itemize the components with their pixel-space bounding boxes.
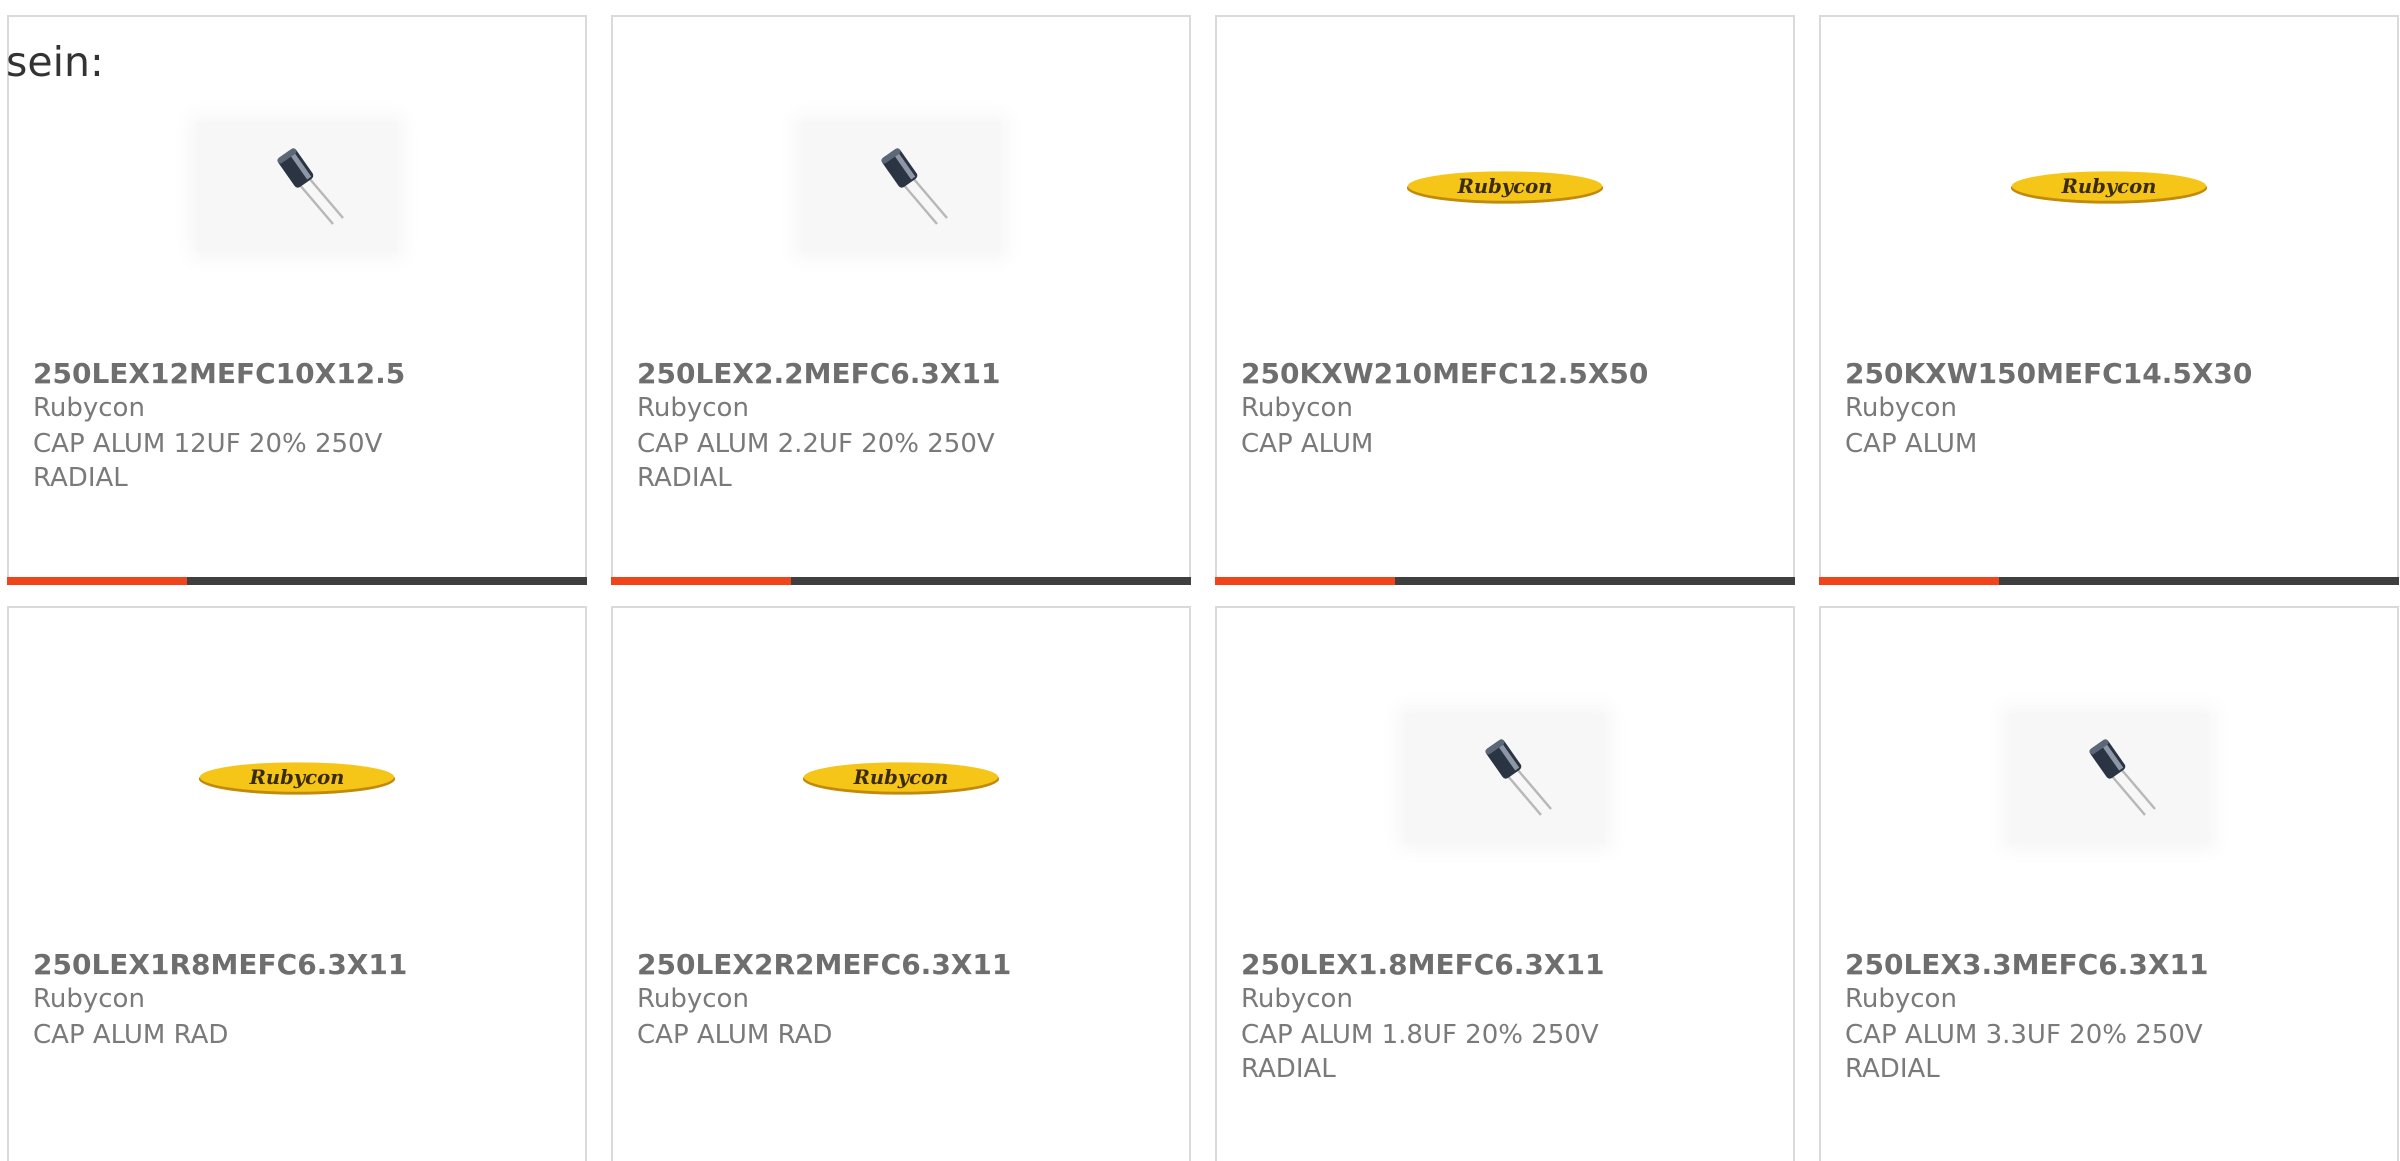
card-bottom-accent: [1215, 577, 1395, 585]
rubycon-logo-icon: Rubycon: [1406, 171, 1604, 204]
product-image[interactable]: [2009, 713, 2209, 843]
product-image[interactable]: Rubycon: [1405, 122, 1605, 252]
product-card[interactable]: 250LEX1.8MEFC6.3X11 Rubycon CAP ALUM 1.8…: [1215, 606, 1795, 1161]
product-card[interactable]: 250LEX3.3MEFC6.3X11 Rubycon CAP ALUM 3.3…: [1819, 606, 2399, 1161]
product-card[interactable]: 250LEX12MEFC10X12.5 Rubycon CAP ALUM 12U…: [7, 15, 587, 585]
rubycon-logo-icon: Rubycon: [802, 762, 1000, 795]
card-bottom-accent: [611, 577, 791, 585]
capacitor-image-icon: [1485, 739, 1552, 816]
manufacturer: Rubycon: [1241, 984, 1353, 1014]
product-description: CAP ALUM 1.8UF 20% 250V RADIAL: [1241, 1020, 1599, 1084]
product-description: CAP ALUM: [1845, 429, 1978, 459]
part-number[interactable]: 250LEX3.3MEFC6.3X11: [1845, 948, 2208, 981]
product-card[interactable]: Rubycon 250KXW210MEFC12.5X50 Rubycon CAP…: [1215, 15, 1795, 585]
manufacturer: Rubycon: [1845, 984, 1957, 1014]
part-number[interactable]: 250KXW150MEFC14.5X30: [1845, 357, 2252, 390]
logo-text: Rubycon: [2061, 175, 2157, 198]
part-number[interactable]: 250LEX12MEFC10X12.5: [33, 357, 405, 390]
card-bottom-bar: [1819, 577, 2399, 585]
product-grid-page: sein: 250LEX12MEFC10X12.5 Rubycon CAP AL…: [0, 0, 2400, 1161]
manufacturer: Rubycon: [33, 393, 145, 423]
rubycon-logo-icon: Rubycon: [2010, 171, 2208, 204]
product-card[interactable]: 250LEX2.2MEFC6.3X11 Rubycon CAP ALUM 2.2…: [611, 15, 1191, 585]
logo-text: Rubycon: [1457, 175, 1553, 198]
manufacturer: Rubycon: [1241, 393, 1353, 423]
product-image[interactable]: Rubycon: [2009, 122, 2209, 252]
part-number[interactable]: 250LEX2.2MEFC6.3X11: [637, 357, 1000, 390]
product-image[interactable]: Rubycon: [197, 713, 397, 843]
part-number[interactable]: 250LEX2R2MEFC6.3X11: [637, 948, 1011, 981]
part-number[interactable]: 250LEX1R8MEFC6.3X11: [33, 948, 407, 981]
product-description: CAP ALUM 3.3UF 20% 250V RADIAL: [1845, 1020, 2203, 1084]
product-card[interactable]: Rubycon 250LEX2R2MEFC6.3X11 Rubycon CAP …: [611, 606, 1191, 1161]
manufacturer: Rubycon: [1845, 393, 1957, 423]
product-card[interactable]: Rubycon 250LEX1R8MEFC6.3X11 Rubycon CAP …: [7, 606, 587, 1161]
product-grid: 250LEX12MEFC10X12.5 Rubycon CAP ALUM 12U…: [7, 15, 2400, 1161]
product-description: CAP ALUM 12UF 20% 250V RADIAL: [33, 429, 383, 493]
capacitor-image-icon: [2089, 739, 2156, 816]
part-number[interactable]: 250KXW210MEFC12.5X50: [1241, 357, 1648, 390]
card-bottom-accent: [1819, 577, 1999, 585]
logo-text: Rubycon: [249, 766, 345, 789]
card-bottom-accent: [7, 577, 187, 585]
card-bottom-bar: [611, 577, 1191, 585]
capacitor-image-icon: [881, 148, 948, 225]
product-image[interactable]: [197, 122, 397, 252]
rubycon-logo-icon: Rubycon: [198, 762, 396, 795]
card-bottom-bar: [7, 577, 587, 585]
product-description: CAP ALUM 2.2UF 20% 250V RADIAL: [637, 429, 995, 493]
product-description: CAP ALUM RAD: [637, 1020, 833, 1050]
manufacturer: Rubycon: [637, 984, 749, 1014]
product-card[interactable]: Rubycon 250KXW150MEFC14.5X30 Rubycon CAP…: [1819, 15, 2399, 585]
logo-text: Rubycon: [853, 766, 949, 789]
manufacturer: Rubycon: [33, 984, 145, 1014]
part-number[interactable]: 250LEX1.8MEFC6.3X11: [1241, 948, 1604, 981]
product-image[interactable]: [801, 122, 1001, 252]
product-image[interactable]: [1405, 713, 1605, 843]
product-description: CAP ALUM RAD: [33, 1020, 229, 1050]
capacitor-image-icon: [277, 148, 344, 225]
intro-text: sein:: [6, 38, 104, 86]
product-image[interactable]: Rubycon: [801, 713, 1001, 843]
manufacturer: Rubycon: [637, 393, 749, 423]
product-description: CAP ALUM: [1241, 429, 1374, 459]
card-bottom-bar: [1215, 577, 1795, 585]
